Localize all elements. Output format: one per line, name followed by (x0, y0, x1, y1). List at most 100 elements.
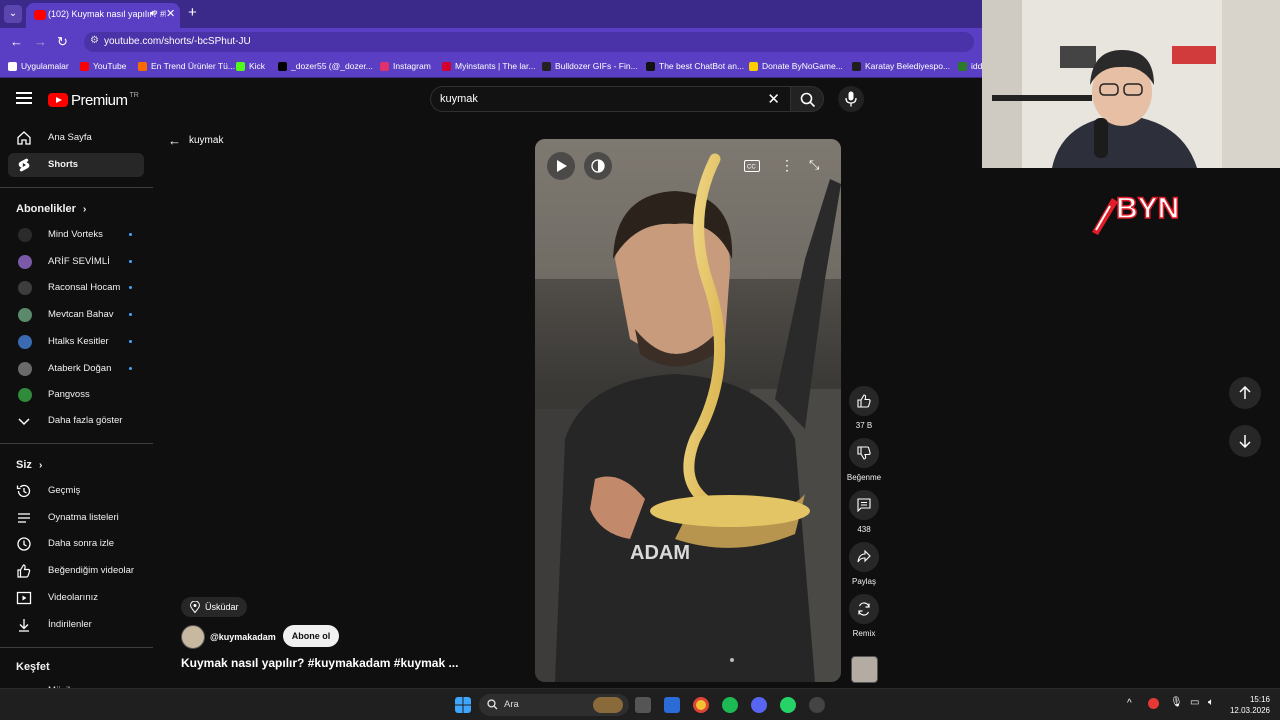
bookmark-item[interactable]: En Trend Ürünler Tü... (138, 61, 235, 71)
discord-icon[interactable] (751, 697, 767, 713)
sidebar-item-your-videos[interactable]: Videolarınız (8, 586, 144, 610)
channel-avatar[interactable] (181, 625, 205, 649)
windows-taskbar: Ara ^ 🎙︎ ▭ 🔈︎ 15:16 12.03.2026 (0, 688, 1280, 720)
sidebar-subscription-item[interactable]: Htalks Kesitler (8, 330, 144, 354)
tab-search-icon[interactable]: ⌄ (4, 5, 22, 23)
chrome-icon[interactable] (693, 697, 709, 713)
share-button[interactable] (849, 542, 879, 572)
sidebar-subscription-item[interactable]: Ataberk Doğan (8, 357, 144, 381)
channel-avatar (18, 228, 32, 242)
fullscreen-icon[interactable]: ⤡ (809, 157, 819, 173)
bookmark-item[interactable]: _dozer55 (@_dozer... (278, 61, 373, 71)
voice-search-button[interactable] (838, 86, 864, 112)
bookmark-item[interactable]: Karatay Belediyespo... (852, 61, 950, 71)
bookmark-favicon-icon (646, 61, 655, 71)
back-to-search-link[interactable]: ← kuymak (168, 133, 223, 148)
sidebar-item-label: Beğendiğim videolar (48, 565, 135, 577)
short-video-player[interactable]: ADAM CC ⋮ ⤡ (535, 139, 841, 682)
youtube-premium-logo[interactable]: Premium TR (48, 91, 139, 109)
bookmark-label: YouTube (93, 61, 127, 71)
channel-handle[interactable]: @kuymakadam (210, 632, 276, 642)
tray-microphone-icon[interactable]: 🎙︎ (1170, 697, 1183, 708)
subscriptions-heading[interactable]: Abonelikler › (16, 203, 86, 215)
bookmark-item[interactable]: Myinstants | The lar... (442, 61, 535, 71)
apron-text: ADAM (630, 542, 690, 564)
dislike-button[interactable] (849, 438, 879, 468)
bookmark-item[interactable]: Donate ByNoGame... (749, 61, 843, 71)
browser-tab-active[interactable]: (102) Kuymak nasıl yapılır? #k 🔊︎ ✕ (26, 3, 180, 28)
sidebar-item-label: Mevtcan Bahav (48, 309, 114, 321)
sidebar-item-playlist[interactable]: Oynatma listeleri (8, 506, 144, 530)
comments-button[interactable] (849, 490, 879, 520)
channel-info[interactable]: @kuymakadam (181, 625, 276, 649)
bookmark-item[interactable]: Instagram (380, 61, 431, 71)
sidebar-subscription-item[interactable]: ARİF SEVİMLİ (8, 250, 144, 274)
like-button[interactable] (849, 386, 879, 416)
video-title[interactable]: Kuymak nasıl yapılır? #kuymakadam #kuyma… (181, 656, 458, 670)
bookmark-item[interactable]: Kick (236, 61, 265, 71)
new-tab-icon[interactable]: + (188, 4, 197, 21)
spotify-icon[interactable] (722, 697, 738, 713)
sidebar-subscription-item[interactable]: Pangvoss (8, 383, 144, 407)
remix-button[interactable] (849, 594, 879, 624)
menu-icon[interactable] (16, 92, 32, 106)
clear-search-icon[interactable]: ✕ (767, 90, 780, 108)
tab-audio-icon[interactable]: 🔊︎ (150, 8, 156, 19)
whatsapp-icon[interactable] (780, 697, 796, 713)
sidebar-subscription-item[interactable]: Raconsal Hocam (8, 276, 144, 300)
network-icon[interactable]: ▭ (1190, 697, 1199, 708)
sidebar-item-history[interactable]: Geçmiş (8, 479, 144, 503)
task-view-icon[interactable] (635, 697, 651, 713)
sidebar-subscription-item[interactable]: Mind Vorteks (8, 223, 144, 247)
audio-source-thumbnail[interactable] (851, 656, 878, 683)
bookmark-item[interactable]: YouTube (80, 61, 126, 71)
sidebar-subscription-item[interactable]: Mevtcan Bahav (8, 303, 144, 327)
captions-icon[interactable]: CC (744, 160, 760, 172)
reload-icon[interactable]: ↻ (57, 34, 68, 50)
chevron-up-icon[interactable]: ^ (1127, 698, 1132, 709)
store-icon[interactable] (664, 697, 680, 713)
sidebar-item-watch-later[interactable]: Daha sonra izle (8, 532, 144, 556)
channel-avatar (18, 334, 32, 349)
show-more-button[interactable]: Daha fazla göster (8, 409, 144, 433)
tab-close-icon[interactable]: ✕ (166, 7, 175, 20)
sidebar-item-home[interactable]: Ana Sayfa (8, 126, 144, 150)
forward-icon[interactable]: → (34, 34, 47, 49)
comment-count: 438 (857, 525, 871, 534)
back-icon[interactable]: ← (10, 34, 23, 49)
sidebar-item-shorts[interactable]: Shorts (8, 153, 144, 177)
arrow-up-icon (1239, 386, 1251, 399)
bookmark-item[interactable]: Uygulamalar (8, 61, 69, 71)
location-chip[interactable]: Üsküdar (181, 597, 247, 617)
search-button[interactable] (790, 86, 824, 112)
bookmark-item[interactable]: Bulldozer GIFs - Fin... (542, 61, 638, 71)
sidebar-item-download[interactable]: İndirilenler (8, 613, 144, 637)
bookmark-item[interactable]: The best ChatBot an... (646, 61, 744, 71)
site-info-icon[interactable]: ⚙ (90, 35, 99, 46)
play-button[interactable] (547, 152, 575, 180)
sidebar-item-label: Daha sonra izle (48, 538, 115, 550)
new-content-dot (129, 313, 132, 317)
share-icon (857, 550, 871, 563)
obs-icon[interactable] (809, 697, 825, 713)
system-clock[interactable]: 15:16 12.03.2026 (1230, 694, 1270, 716)
more-options-icon[interactable]: ⋮ (780, 157, 794, 174)
next-short-button[interactable] (1229, 425, 1261, 457)
you-heading[interactable]: Siz › (16, 459, 42, 471)
bookmark-label: Uygulamalar (21, 61, 69, 71)
taskbar-search[interactable]: Ara (479, 694, 629, 716)
subscribe-button[interactable]: Abone ol (283, 625, 339, 647)
channel-avatar (18, 361, 32, 376)
windows-start-icon[interactable] (455, 697, 471, 713)
previous-short-button[interactable] (1229, 377, 1261, 409)
volume-icon (591, 159, 605, 173)
bookmark-favicon-icon (380, 61, 389, 71)
sidebar-item-like[interactable]: Beğendiğim videolar (8, 559, 144, 583)
search-input[interactable]: kuymak ✕ (430, 86, 790, 112)
tray-app-icon[interactable] (1148, 698, 1159, 709)
video-frame: ADAM (535, 139, 841, 682)
url-field[interactable]: ⚙ youtube.com/shorts/-bcSPhut-JU (84, 32, 974, 52)
speaker-icon[interactable]: 🔈︎ (1208, 697, 1214, 708)
volume-button[interactable] (584, 152, 612, 180)
svg-text:CC: CC (747, 165, 756, 171)
